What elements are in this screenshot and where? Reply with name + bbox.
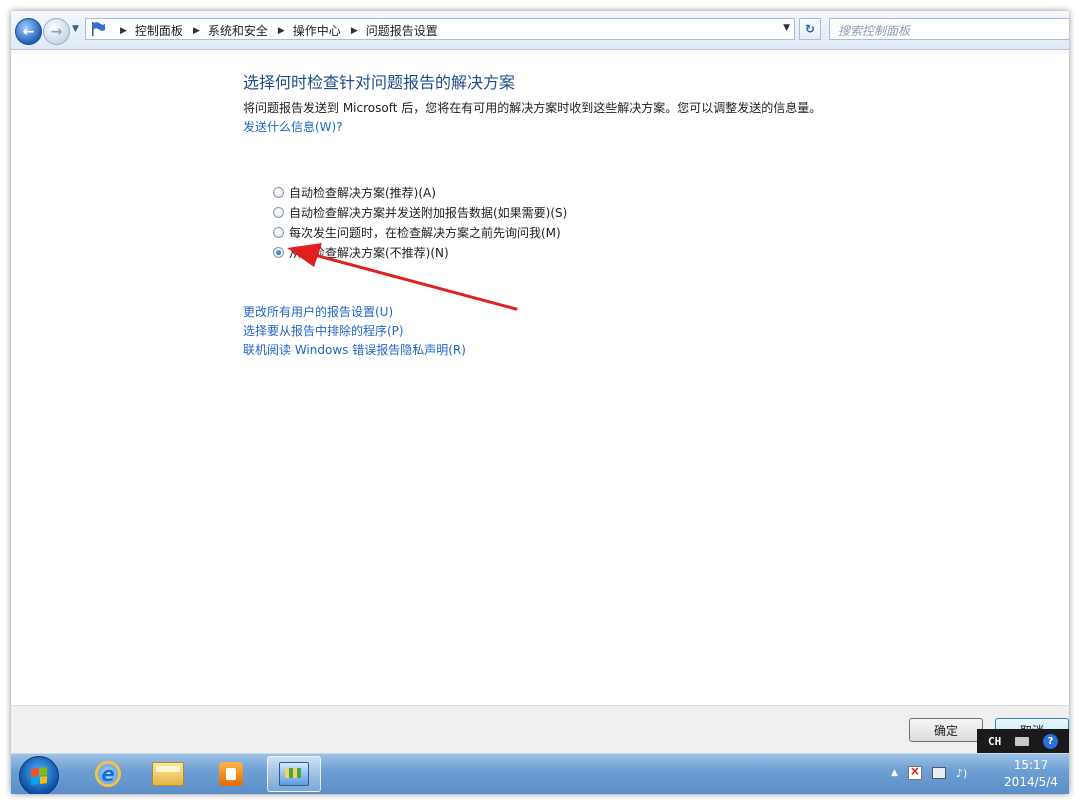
language-bar[interactable]: CH ?: [977, 729, 1069, 753]
back-button[interactable]: ←: [15, 18, 42, 45]
address-field[interactable]: ▶ 控制面板 ▶ 系统和安全 ▶ 操作中心 ▶ 问题报告设置 ▼: [85, 18, 795, 40]
recent-pages-dropdown-icon[interactable]: ▼: [72, 24, 79, 34]
keyboard-icon[interactable]: [1015, 736, 1030, 746]
exclude-programs-link[interactable]: 选择要从报告中排除的程序(P): [243, 322, 466, 340]
taskbar-windows-explorer[interactable]: [141, 756, 195, 792]
clock-date: 2014/5/4: [1004, 775, 1058, 789]
refresh-button[interactable]: ↻: [799, 18, 821, 40]
breadcrumb-problem-reporting-settings[interactable]: 问题报告设置: [364, 22, 440, 39]
address-bar: ← → ▼ ▶ 控制面板 ▶ 系统和安全 ▶ 操作中心 ▶ 问题报告设置 ▼ ↻…: [11, 11, 1069, 50]
chevron-right-icon[interactable]: ▶: [351, 26, 358, 36]
option-label: 从不检查解决方案(不推荐)(N): [289, 245, 449, 260]
radio-button[interactable]: [273, 206, 284, 218]
control-panel-icon: [279, 762, 309, 786]
taskbar: e ▲ ♪) 15:17 2014/5/4: [11, 753, 1069, 794]
radio-button[interactable]: [273, 186, 284, 198]
dialog-button-bar: 确定 取消: [11, 705, 1069, 754]
breadcrumb: ▶ 控制面板 ▶ 系统和安全 ▶ 操作中心 ▶ 问题报告设置: [112, 22, 440, 39]
taskbar-internet-explorer[interactable]: e: [81, 756, 135, 792]
volume-icon[interactable]: ♪): [956, 767, 967, 780]
refresh-icon: ↻: [804, 22, 816, 36]
option-label: 自动检查解决方案(推荐)(A): [289, 185, 436, 200]
internet-explorer-icon: e: [95, 761, 121, 787]
ok-button[interactable]: 确定: [909, 718, 983, 742]
page-description: 将问题报告发送到 Microsoft 后，您将在有可用的解决方案时收到这些解决方…: [243, 101, 822, 115]
taskbar-control-panel[interactable]: [267, 756, 321, 792]
clock[interactable]: 15:17 2014/5/4: [996, 757, 1066, 791]
red-arrow-annotation: [287, 243, 518, 311]
chevron-right-icon[interactable]: ▶: [278, 26, 285, 36]
radio-button-selected[interactable]: [273, 246, 284, 258]
start-button[interactable]: [19, 756, 59, 794]
related-links: 更改所有用户的报告设置(U) 选择要从报告中排除的程序(P) 联机阅读 Wind…: [243, 303, 466, 359]
option-label: 每次发生问题时，在检查解决方案之前先询问我(M): [289, 225, 561, 240]
taskbar-media-player[interactable]: [204, 756, 258, 792]
radio-button[interactable]: [273, 226, 284, 238]
help-icon[interactable]: ?: [1043, 733, 1059, 749]
option-never-check[interactable]: 从不检查解决方案(不推荐)(N): [273, 242, 567, 262]
report-options-group: 自动检查解决方案(推荐)(A) 自动检查解决方案并发送附加报告数据(如果需要)(…: [273, 182, 567, 262]
chevron-right-icon[interactable]: ▶: [120, 26, 127, 36]
network-icon[interactable]: [931, 767, 946, 779]
address-dropdown-icon[interactable]: ▼: [783, 23, 790, 33]
chevron-right-icon[interactable]: ▶: [193, 26, 200, 36]
option-label: 自动检查解决方案并发送附加报告数据(如果需要)(S): [289, 205, 568, 220]
action-center-flag-icon: [92, 22, 105, 36]
show-hidden-icons-icon[interactable]: ▲: [891, 768, 898, 778]
clock-time: 15:17: [1013, 758, 1049, 772]
windows-logo-icon: [31, 767, 47, 785]
control-panel-window: ← → ▼ ▶ 控制面板 ▶ 系统和安全 ▶ 操作中心 ▶ 问题报告设置 ▼ ↻…: [11, 11, 1069, 794]
change-all-users-settings-link[interactable]: 更改所有用户的报告设置(U): [243, 303, 466, 321]
privacy-statement-link[interactable]: 联机阅读 Windows 错误报告隐私声明(R): [243, 341, 466, 359]
media-player-icon: [219, 762, 243, 786]
breadcrumb-system-security[interactable]: 系统和安全: [206, 22, 270, 39]
what-info-sent-link[interactable]: 发送什么信息(W)?: [243, 118, 343, 135]
action-center-alert-icon[interactable]: [907, 764, 922, 780]
page-title: 选择何时检查针对问题报告的解决方案: [243, 73, 516, 92]
folder-icon: [152, 762, 184, 786]
breadcrumb-action-center[interactable]: 操作中心: [291, 22, 343, 39]
input-language-label[interactable]: CH: [988, 735, 1001, 748]
search-input[interactable]: 搜索控制面板: [829, 18, 1069, 40]
forward-button[interactable]: →: [43, 18, 70, 45]
option-ask-each-time[interactable]: 每次发生问题时，在检查解决方案之前先询问我(M): [273, 222, 567, 242]
option-auto-check-send-data[interactable]: 自动检查解决方案并发送附加报告数据(如果需要)(S): [273, 202, 567, 222]
breadcrumb-control-panel[interactable]: 控制面板: [133, 22, 185, 39]
system-tray: ▲ ♪): [891, 764, 967, 780]
option-auto-check[interactable]: 自动检查解决方案(推荐)(A): [273, 182, 567, 202]
